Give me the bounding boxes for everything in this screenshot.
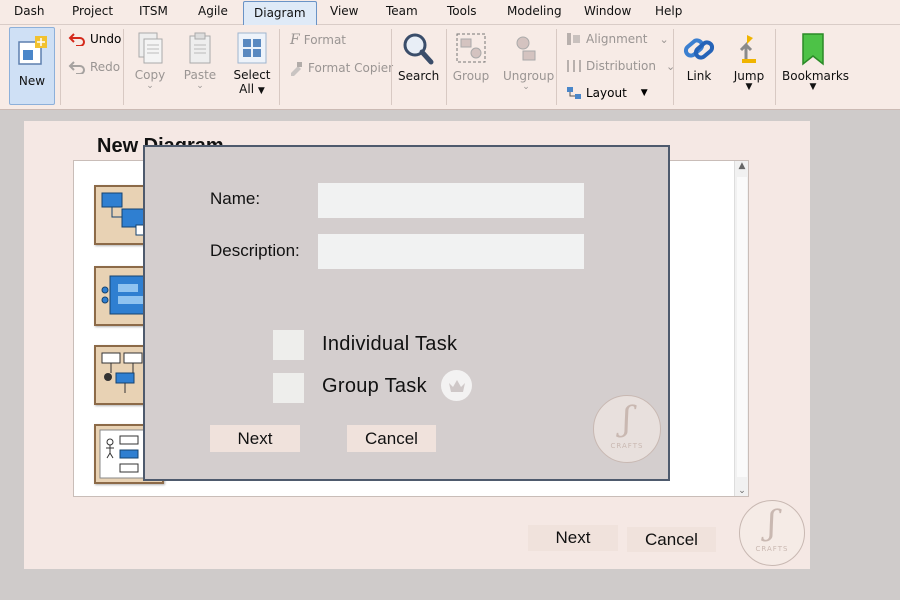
- alignment-icon: [567, 33, 580, 45]
- scroll-thumb[interactable]: [737, 177, 747, 477]
- scroll-up-icon[interactable]: ▲: [735, 161, 749, 171]
- redo-button[interactable]: Redo: [68, 60, 120, 74]
- distribution-icon: [567, 60, 581, 72]
- link-label: Link: [686, 69, 712, 83]
- list-scrollbar[interactable]: ▲ ⌄: [734, 161, 748, 496]
- search-button[interactable]: Search: [398, 31, 440, 83]
- crafts-logo-dialog-brand: CRAFTS: [610, 442, 644, 450]
- ribbon-toolbar: New Undo Redo Copy ⌄ Paste ⌄ Select All …: [0, 25, 900, 110]
- crafts-logo-brand: CRAFTS: [755, 545, 789, 553]
- jump-button[interactable]: Jump ▼: [730, 31, 768, 92]
- description-input[interactable]: [318, 234, 584, 269]
- menu-dash[interactable]: Dash: [14, 4, 44, 18]
- menu-view[interactable]: View: [330, 4, 358, 18]
- distribution-button[interactable]: Distribution ⌄: [566, 59, 675, 73]
- format-label: Format: [303, 33, 347, 47]
- paste-icon: [189, 32, 211, 64]
- copy-icon: [138, 32, 163, 64]
- menu-bar: Dash Project ITSM Agile Diagram View Tea…: [0, 0, 900, 25]
- undo-icon: [68, 33, 85, 46]
- menu-modeling[interactable]: Modeling: [507, 4, 562, 18]
- undo-label: Undo: [90, 32, 122, 46]
- ungroup-label: Ungroup: [503, 69, 555, 83]
- dialog-next-button[interactable]: Next: [210, 425, 300, 452]
- layout-button[interactable]: Layout ▼: [566, 86, 648, 100]
- layout-label: Layout: [586, 86, 627, 100]
- format-button[interactable]: F Format: [290, 32, 346, 48]
- menu-itsm[interactable]: ITSM: [139, 4, 168, 18]
- search-label: Search: [398, 69, 440, 83]
- new-label: New: [18, 74, 46, 88]
- new-diagram-icon: [18, 36, 47, 65]
- alignment-button[interactable]: Alignment ⌄: [566, 32, 669, 46]
- menu-agile[interactable]: Agile: [198, 4, 228, 18]
- select-all-button[interactable]: Select All ▼: [232, 31, 272, 96]
- crafts-logo: ʃ CRAFTS: [739, 500, 805, 566]
- name-input[interactable]: [318, 183, 584, 218]
- copy-label: Copy: [134, 68, 166, 82]
- ungroup-button[interactable]: Ungroup ⌄: [503, 31, 555, 92]
- format-copier-icon: [291, 62, 302, 76]
- menu-diagram[interactable]: Diagram: [243, 1, 317, 25]
- paste-chevron-down-icon: ⌄: [196, 81, 204, 91]
- crafts-logo-dialog-swirl-icon: ʃ: [622, 399, 632, 439]
- menu-tools[interactable]: Tools: [447, 4, 477, 18]
- individual-task-checkbox[interactable]: [273, 330, 304, 360]
- paste-button[interactable]: Paste ⌄: [180, 31, 220, 91]
- alignment-label: Alignment: [586, 32, 648, 46]
- layout-chevron-down-icon: ▼: [640, 88, 648, 98]
- copy-chevron-down-icon: ⌄: [146, 81, 154, 91]
- jump-icon: [739, 35, 756, 63]
- premium-badge: [441, 370, 472, 401]
- copy-button[interactable]: Copy ⌄: [131, 31, 169, 91]
- select-all-label-line2: All: [239, 82, 255, 96]
- select-all-icon: [237, 32, 267, 64]
- new-button[interactable]: New: [9, 27, 55, 105]
- paste-label: Paste: [183, 68, 217, 82]
- link-button[interactable]: Link: [680, 31, 718, 83]
- bookmarks-button[interactable]: Bookmarks ▼: [782, 31, 850, 92]
- crafts-logo-dialog: ʃ CRAFTS: [593, 395, 661, 463]
- format-icon: F: [290, 32, 300, 48]
- menu-team[interactable]: Team: [386, 4, 418, 18]
- search-icon: [403, 33, 434, 65]
- panel-cancel-button[interactable]: Cancel: [627, 527, 716, 552]
- undo-button[interactable]: Undo: [68, 32, 121, 46]
- select-all-label-line1: Select: [233, 68, 271, 82]
- distribution-label: Distribution: [586, 59, 657, 73]
- menu-project[interactable]: Project: [72, 4, 113, 18]
- scroll-down-icon[interactable]: ⌄: [735, 486, 749, 496]
- menu-window[interactable]: Window: [584, 4, 631, 18]
- alignment-chevron-down-icon: ⌄: [659, 32, 669, 46]
- bookmarks-label: Bookmarks: [782, 69, 850, 83]
- crown-icon: [448, 379, 465, 392]
- description-label: Description:: [210, 241, 300, 260]
- group-label: Group: [452, 69, 490, 83]
- layout-icon: [567, 87, 581, 99]
- dialog-cancel-button[interactable]: Cancel: [347, 425, 436, 452]
- name-label: Name:: [210, 189, 261, 208]
- format-copier-label: Format Copier: [308, 61, 394, 75]
- panel-next-button[interactable]: Next: [528, 525, 618, 551]
- crafts-logo-swirl-icon: ʃ: [767, 503, 777, 543]
- jump-chevron-down-icon: ▼: [745, 82, 753, 92]
- format-copier-button[interactable]: Format Copier: [288, 60, 393, 76]
- select-all-chevron-down-icon: ▼: [257, 86, 265, 96]
- group-task-checkbox[interactable]: [273, 373, 304, 403]
- bookmarks-chevron-down-icon: ▼: [809, 82, 817, 92]
- redo-icon: [68, 61, 85, 74]
- group-icon: [456, 33, 486, 63]
- link-icon: [683, 38, 715, 60]
- ungroup-chevron-down-icon: ⌄: [522, 82, 530, 92]
- group-task-label: Group Task: [322, 375, 427, 397]
- jump-label: Jump: [733, 69, 765, 83]
- ungroup-icon: [516, 36, 536, 61]
- individual-task-label: Individual Task: [322, 333, 458, 355]
- group-button[interactable]: Group: [451, 31, 491, 83]
- redo-label: Redo: [90, 60, 121, 74]
- bookmark-icon: [802, 33, 824, 66]
- menu-help[interactable]: Help: [655, 4, 682, 18]
